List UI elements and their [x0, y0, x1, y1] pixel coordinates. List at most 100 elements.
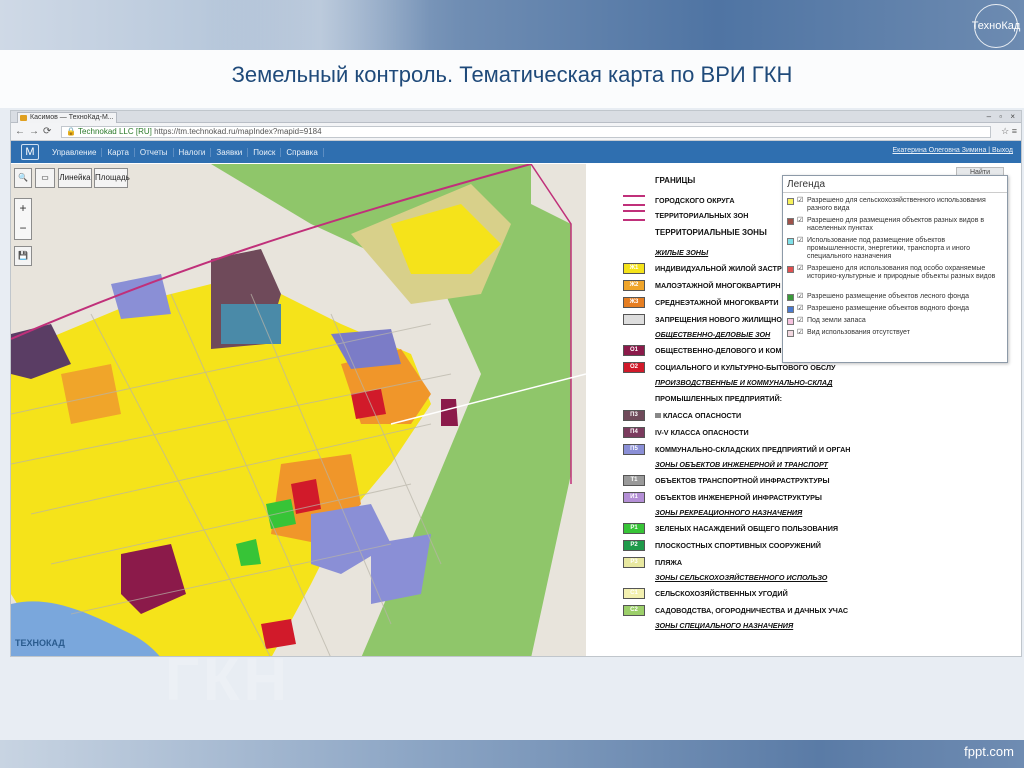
layers-tool-icon[interactable]: ▭: [35, 168, 55, 188]
back-icon[interactable]: ←: [15, 126, 29, 137]
browser-screenshot: Касимов — ТехноКад-М... – ▫ × ←→⟳ 🔒 Tech…: [10, 110, 1022, 657]
app-logo-icon[interactable]: М: [21, 144, 39, 160]
legend-popup-label: Вид использования отсутствует: [807, 329, 910, 336]
menu-item-search[interactable]: Поиск: [248, 147, 282, 157]
url-text: https://tm.technokad.ru/mapIndex?mapid=9…: [154, 127, 322, 136]
legend-zone-swatch: С1: [623, 588, 645, 599]
legend-popup-checkbox[interactable]: ☑: [797, 217, 803, 225]
legend-popup-label: Разрешено для размещения объектов разных…: [807, 217, 985, 232]
legend-zone-label: IV-V КЛАССА ОПАСНОСТИ: [655, 428, 749, 437]
legend-zone-row: Р1 ЗЕЛЕНЫХ НАСАЖДЕНИЙ ОБЩЕГО ПОЛЬЗОВАНИЯ: [611, 522, 851, 536]
legend-popup-swatch: [787, 218, 794, 225]
legend-zone-swatch: П3: [623, 410, 645, 421]
legend-popup-checkbox[interactable]: ☑: [797, 197, 803, 205]
legend-popup-checkbox[interactable]: ☑: [797, 317, 803, 325]
legend-popup-label: Разрешено для сельскохозяйственного испо…: [807, 197, 986, 212]
legend-popup-title: Легенда: [783, 176, 1007, 193]
legend-zone-label: ПЛОСКОСТНЫХ СПОРТИВНЫХ СООРУЖЕНИЙ: [655, 541, 821, 550]
legend-zone-label: ИНДИВИДУАЛЬНОЙ ЖИЛОЙ ЗАСТРО: [655, 264, 788, 273]
legend-section-title: ОБЩЕСТВЕННО-ДЕЛОВЫЕ ЗОН: [655, 330, 771, 339]
map-canvas[interactable]: [11, 164, 586, 657]
menu-item-map[interactable]: Карта: [102, 147, 135, 157]
legend-zone-label: СЕЛЬСКОХОЗЯЙСТВЕННЫХ УГОДИЙ: [655, 589, 788, 598]
legend-zone-swatch: Ж3: [623, 297, 645, 308]
brand-logo: ТехноКад: [972, 4, 1020, 48]
legend-popup-checkbox[interactable]: ☑: [797, 265, 803, 273]
legend-zone-label: СРЕДНЕЭТАЖНОЙ МНОГОКВАРТИ: [655, 298, 779, 307]
url-secure-label: Technokad LLC [RU]: [78, 127, 152, 136]
legend-popup-label: Использование под размещение объектов пр…: [807, 237, 970, 260]
midrise-zone-3[interactable]: [61, 364, 121, 424]
legend-zone-row: Т1 ОБЪЕКТОВ ТРАНСПОРТНОЙ ИНФРАСТРУКТУРЫ: [611, 474, 851, 488]
user-link[interactable]: Екатерина Олеговна Зимина | Выход: [893, 147, 1013, 154]
map-area: 🔍 ▭ Линейка Площадь + − 💾 ТЕХНОКАД ГРАНИ…: [11, 164, 1021, 657]
nav-buttons[interactable]: ←→⟳: [15, 126, 55, 137]
zoom-control: + −: [14, 198, 32, 240]
legend-zone-swatch: И1: [623, 492, 645, 503]
legend-popup-swatch: [787, 238, 794, 245]
legend-popup-label: Разрешено для использования под особо ох…: [807, 265, 996, 280]
url-input[interactable]: 🔒 Technokad LLC [RU] https://tm.technoka…: [61, 126, 991, 138]
address-bar: ←→⟳ 🔒 Technokad LLC [RU] https://tm.tech…: [11, 123, 1021, 141]
ruler-button[interactable]: Линейка: [58, 168, 92, 188]
browser-menu-icon[interactable]: ☆ ≡: [1001, 126, 1017, 137]
legend-zones-heading: ТЕРРИТОРИАЛЬНЫЕ ЗОНЫ: [655, 228, 767, 237]
legend-zone-label: САДОВОДСТВА, ОГОРОДНИЧЕСТВА И ДАЧНЫХ УЧА…: [655, 606, 849, 615]
legend-section-title: ЗОНЫ СЕЛЬСКОХОЗЯЙСТВЕННОГО ИСПОЛЬЗО: [655, 573, 828, 582]
legend-section-title: ЖИЛЫЕ ЗОНЫ: [655, 248, 709, 257]
legend-zone-swatch: Р3: [623, 557, 645, 568]
menu-item-management[interactable]: Управление: [47, 147, 103, 157]
window-controls[interactable]: – ▫ ×: [987, 112, 1018, 121]
legend-zone-row: Р3 ПЛЯЖА: [611, 556, 851, 570]
ghost-caption: ГКН: [165, 646, 291, 713]
legend-zone-swatch: О1: [623, 345, 645, 356]
park-zone-1[interactable]: [266, 499, 296, 529]
zoom-in-button[interactable]: +: [15, 199, 31, 219]
legend-zone-row: С1 СЕЛЬСКОХОЗЯЙСТВЕННЫХ УГОДИЙ: [611, 587, 851, 601]
legend-zone-row: П5 КОММУНАЛЬНО-СКЛАДСКИХ ПРЕДПРИЯТИЙ И ОР…: [611, 443, 851, 457]
thematic-map[interactable]: 🔍 ▭ Линейка Площадь + − 💾 ТЕХНОКАД: [11, 164, 586, 657]
forward-icon[interactable]: →: [29, 126, 43, 137]
legend-border-label: ТЕРРИТОРИАЛЬНЫХ ЗОН: [655, 211, 749, 220]
menu-item-help[interactable]: Справка: [281, 147, 324, 157]
menu-item-taxes[interactable]: Налоги: [174, 147, 212, 157]
tab-favicon-icon: [20, 115, 27, 121]
legend-popup-swatch: [787, 318, 794, 325]
legend-popup[interactable]: Легенда ☑ Разрешено для сельскохозяйствен…: [782, 175, 1008, 363]
browser-tab[interactable]: Касимов — ТехноКад-М...: [17, 112, 117, 123]
legend-zone-label: III КЛАССА ОПАСНОСТИ: [655, 411, 742, 420]
legend-popup-swatch: [787, 330, 794, 337]
legend-section-title: ЗОНЫ ОБЪЕКТОВ ИНЖЕНЕРНОЙ И ТРАНСПОРТ: [655, 460, 828, 469]
legend-popup-checkbox[interactable]: ☑: [797, 293, 803, 301]
legend-popup-checkbox[interactable]: ☑: [797, 305, 803, 313]
tab-title: Касимов — ТехноКад-М...: [30, 114, 114, 121]
legend-section-title: ЗОНЫ СПЕЦИАЛЬНОГО НАЗНАЧЕНИЯ: [655, 621, 794, 630]
legend-border-swatch: [623, 210, 645, 221]
business-zone-2[interactable]: [441, 399, 458, 426]
zoom-out-button[interactable]: −: [15, 219, 31, 239]
legend-zone-label: ОБЪЕКТОВ ТРАНСПОРТНОЙ ИНФРАСТРУКТУРЫ: [655, 476, 830, 485]
app-menubar: М Управление Карта Отчеты Налоги Заявки …: [11, 141, 1021, 163]
menu-item-requests[interactable]: Заявки: [211, 147, 249, 157]
area-button[interactable]: Площадь: [94, 168, 130, 188]
slide-title: Земельный контроль. Тематическая карта п…: [231, 62, 793, 87]
legend-popup-checkbox[interactable]: ☑: [797, 237, 803, 245]
zoom-tool-icon[interactable]: 🔍: [14, 168, 32, 188]
legend-popup-swatch: [787, 198, 794, 205]
legend-zone-label: ОБЪЕКТОВ ИНЖЕНЕРНОЙ ИНФРАСТРУКТУРЫ: [655, 493, 822, 502]
legend-zone-swatch: П4: [623, 427, 645, 438]
reload-icon[interactable]: ⟳: [43, 126, 55, 137]
main-menu: Управление Карта Отчеты Налоги Заявки По…: [47, 141, 324, 163]
save-icon[interactable]: 💾: [14, 246, 32, 266]
legend-popup-swatch: [787, 306, 794, 313]
legend-border-label: ГОРОДСКОГО ОКРУГА: [655, 196, 735, 205]
transport-zone-1[interactable]: [221, 304, 281, 344]
legend-zone-swatch: Р1: [623, 523, 645, 534]
footer-label: fppt.com: [964, 744, 1014, 759]
legend-zone-row: ПРОМЫШЛЕННЫХ ПРЕДПРИЯТИЙ:: [611, 392, 851, 406]
legend-zone-label: КОММУНАЛЬНО-СКЛАДСКИХ ПРЕДПРИЯТИЙ И ОРГА…: [655, 445, 851, 454]
legend-zone-row: П3 III КЛАССА ОПАСНОСТИ: [611, 409, 851, 423]
legend-popup-checkbox[interactable]: ☑: [797, 329, 803, 337]
social-zone-1[interactable]: [291, 479, 321, 514]
menu-item-reports[interactable]: Отчеты: [135, 147, 174, 157]
